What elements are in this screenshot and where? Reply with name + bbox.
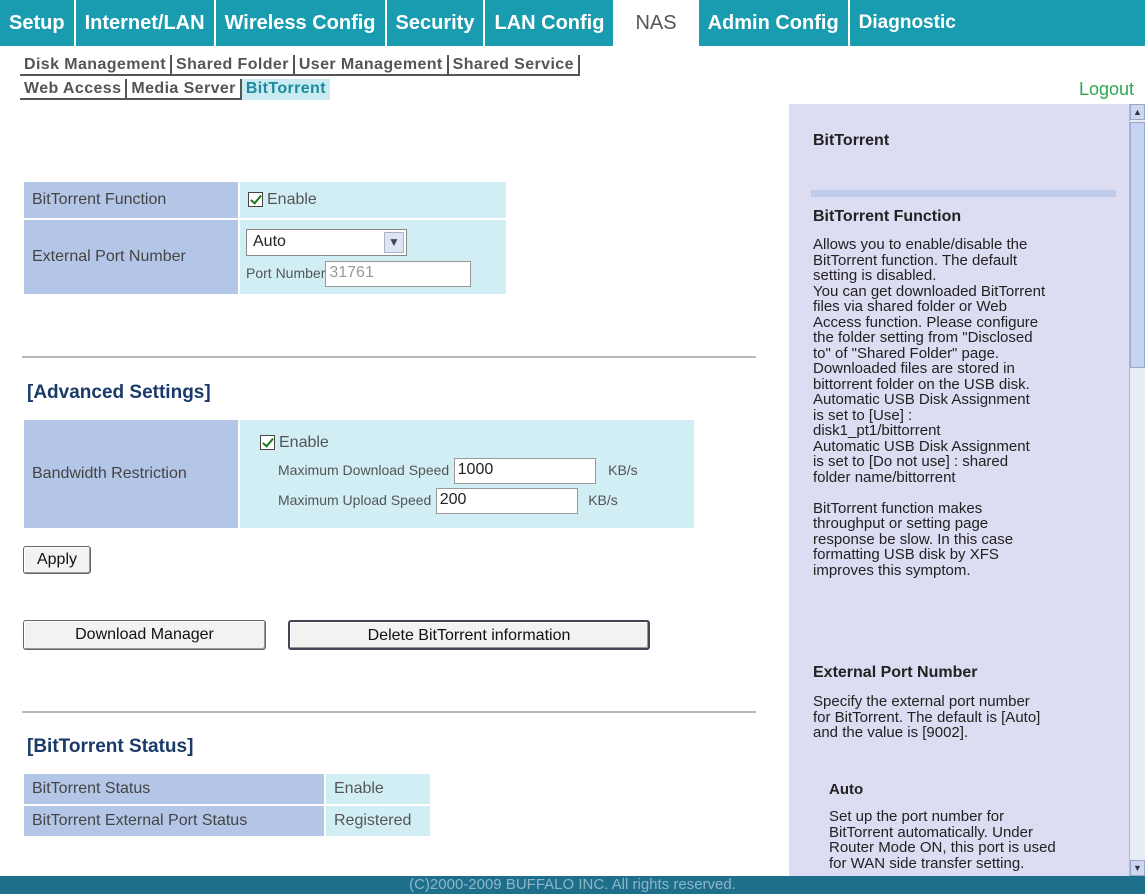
subtab-bittorrent[interactable]: BitTorrent xyxy=(241,79,330,100)
help-body-external-port: Specify the external port number for Bit… xyxy=(813,693,1041,741)
bittorrent-status-table: BitTorrent Status Enable BitTorrent Exte… xyxy=(22,772,432,838)
max-download-input[interactable]: 1000 xyxy=(453,458,596,484)
tab-admin-config[interactable]: Admin Config xyxy=(699,0,850,46)
help-heading-external-port: External Port Number xyxy=(813,664,978,681)
port-status-row-value: Registered xyxy=(326,806,430,836)
tab-diagnostic[interactable]: Diagnostic xyxy=(850,0,965,46)
main-nav: Setup Internet/LAN Wireless Config Secur… xyxy=(0,0,1145,46)
delete-bittorrent-info-button[interactable]: Delete BitTorrent information xyxy=(288,620,650,650)
advanced-settings-table: Bandwidth Restriction Enable Maximum Dow… xyxy=(22,418,696,530)
bittorrent-status-title: [BitTorrent Status] xyxy=(27,736,194,757)
max-download-unit: KB/s xyxy=(608,462,638,479)
bittorrent-enable-label: Enable xyxy=(267,191,317,208)
port-mode-select[interactable]: Auto ▼ xyxy=(246,229,407,256)
tab-internet-lan[interactable]: Internet/LAN xyxy=(76,0,216,46)
subtab-web-access[interactable]: Web Access xyxy=(20,79,128,100)
help-scrollbar[interactable]: ▲ ▼ xyxy=(1129,104,1145,876)
max-upload-input[interactable]: 200 xyxy=(435,488,578,514)
subtab-disk-management[interactable]: Disk Management xyxy=(20,55,173,76)
external-port-label: External Port Number xyxy=(24,220,238,294)
apply-button[interactable]: Apply xyxy=(23,546,91,574)
help-divider-band xyxy=(811,190,1116,197)
subtab-user-management[interactable]: User Management xyxy=(294,55,449,76)
tab-wireless-config[interactable]: Wireless Config xyxy=(216,0,387,46)
chevron-down-icon[interactable]: ▼ xyxy=(384,232,404,253)
scroll-down-icon[interactable]: ▼ xyxy=(1130,860,1145,876)
bandwidth-restriction-label: Bandwidth Restriction xyxy=(24,420,238,528)
scroll-up-icon[interactable]: ▲ xyxy=(1130,104,1145,120)
help-heading-auto: Auto xyxy=(829,781,864,798)
help-panel: BitTorrent BitTorrent Function Allows yo… xyxy=(789,104,1130,876)
bittorrent-settings-table: BitTorrent Function Enable External Port… xyxy=(22,180,508,296)
port-status-row-label: BitTorrent External Port Status xyxy=(24,806,324,836)
status-row-value: Enable xyxy=(326,774,430,804)
help-heading-bittorrent-function: BitTorrent Function xyxy=(813,208,962,225)
scroll-thumb[interactable] xyxy=(1130,122,1145,368)
tab-security[interactable]: Security xyxy=(387,0,486,46)
logout-link[interactable]: Logout xyxy=(1079,79,1134,100)
advanced-settings-title: [Advanced Settings] xyxy=(27,382,211,403)
help-title: BitTorrent xyxy=(813,132,890,149)
bittorrent-function-cell: Enable xyxy=(240,182,506,218)
divider-1 xyxy=(22,356,756,358)
help-body-auto: Set up the port number for BitTorrent au… xyxy=(829,808,1056,872)
max-upload-label: Maximum Upload Speed xyxy=(278,492,432,509)
download-manager-button[interactable]: Download Manager xyxy=(23,620,266,650)
subtab-shared-service[interactable]: Shared Service xyxy=(448,55,580,76)
tab-nas[interactable]: NAS xyxy=(615,0,699,46)
max-upload-unit: KB/s xyxy=(588,492,618,509)
tab-lan-config[interactable]: LAN Config xyxy=(485,0,616,46)
help-body-bittorrent-function: Allows you to enable/disable the BitTorr… xyxy=(813,236,1046,579)
subnav-row-1: Disk Management Shared Folder User Manag… xyxy=(20,55,580,76)
tab-setup[interactable]: Setup xyxy=(0,0,76,46)
bandwidth-restriction-cell: Enable Maximum Download Speed 1000 KB/s … xyxy=(240,420,694,528)
bandwidth-enable-label: Enable xyxy=(279,434,329,451)
port-number-input[interactable]: 31761 xyxy=(325,261,472,287)
status-row-label: BitTorrent Status xyxy=(24,774,324,804)
max-download-label: Maximum Download Speed xyxy=(278,462,450,479)
divider-2 xyxy=(22,711,756,713)
subtab-shared-folder[interactable]: Shared Folder xyxy=(172,55,295,76)
external-port-cell: Auto ▼ Port Number 31761 xyxy=(240,220,506,294)
subnav-row-2: Web Access Media Server BitTorrent xyxy=(20,79,330,100)
bittorrent-function-label: BitTorrent Function xyxy=(24,182,238,218)
copyright-footer: (C)2000-2009 BUFFALO INC. All rights res… xyxy=(0,876,1145,894)
bittorrent-enable-checkbox[interactable] xyxy=(248,192,263,208)
port-number-label: Port Number xyxy=(246,265,326,282)
subtab-media-server[interactable]: Media Server xyxy=(127,79,242,100)
port-mode-value: Auto xyxy=(253,233,286,250)
bandwidth-enable-checkbox[interactable] xyxy=(260,435,275,451)
